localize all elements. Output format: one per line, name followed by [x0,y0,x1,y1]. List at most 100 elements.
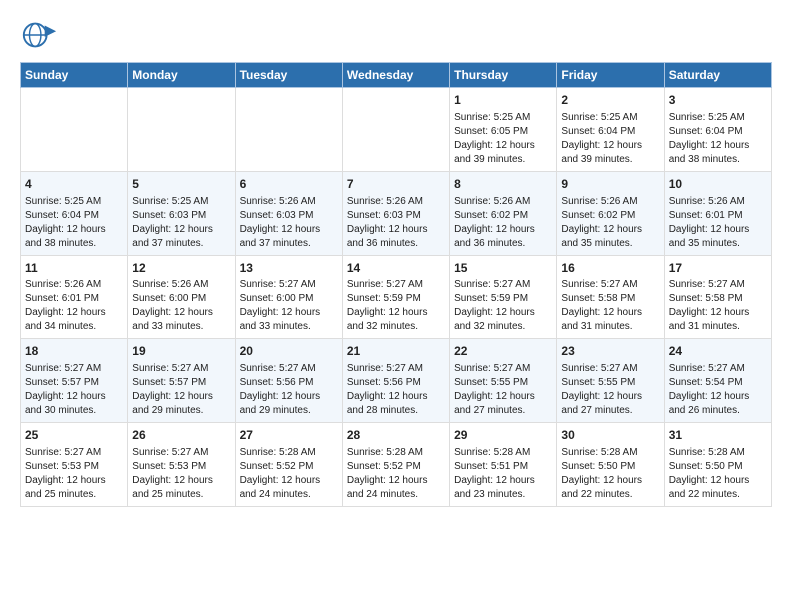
day-number: 24 [669,343,767,360]
cell-content: Sunrise: 5:27 AM Sunset: 5:56 PM Dayligh… [347,363,428,416]
week-row-1: 1 Sunrise: 5:25 AM Sunset: 6:05 PM Daylig… [21,88,772,172]
cell-content: Sunrise: 5:28 AM Sunset: 5:52 PM Dayligh… [347,447,428,500]
day-number: 26 [132,427,230,444]
day-number: 17 [669,260,767,277]
calendar-table: SundayMondayTuesdayWednesdayThursdayFrid… [20,62,772,507]
header-row: SundayMondayTuesdayWednesdayThursdayFrid… [21,63,772,88]
day-number: 7 [347,176,445,193]
day-number: 28 [347,427,445,444]
day-number: 25 [25,427,123,444]
day-number: 10 [669,176,767,193]
calendar-cell: 16 Sunrise: 5:27 AM Sunset: 5:58 PM Dayli… [557,255,664,339]
day-number: 8 [454,176,552,193]
cell-content: Sunrise: 5:26 AM Sunset: 6:03 PM Dayligh… [347,196,428,249]
day-number: 1 [454,92,552,109]
day-number: 29 [454,427,552,444]
header [20,16,772,54]
cell-content: Sunrise: 5:27 AM Sunset: 5:54 PM Dayligh… [669,363,750,416]
cell-content: Sunrise: 5:27 AM Sunset: 5:53 PM Dayligh… [25,447,106,500]
calendar-cell: 11 Sunrise: 5:26 AM Sunset: 6:01 PM Dayli… [21,255,128,339]
cell-content: Sunrise: 5:27 AM Sunset: 5:57 PM Dayligh… [132,363,213,416]
logo [20,16,62,54]
calendar-cell: 1 Sunrise: 5:25 AM Sunset: 6:05 PM Daylig… [450,88,557,172]
calendar-cell: 31Sunrise: 5:28 AM Sunset: 5:50 PM Dayli… [664,423,771,507]
calendar-cell [21,88,128,172]
cell-content: Sunrise: 5:25 AM Sunset: 6:05 PM Dayligh… [454,112,535,165]
calendar-cell: 20 Sunrise: 5:27 AM Sunset: 5:56 PM Dayli… [235,339,342,423]
day-number: 4 [25,176,123,193]
cell-content: Sunrise: 5:28 AM Sunset: 5:51 PM Dayligh… [454,447,535,500]
calendar-cell: 23 Sunrise: 5:27 AM Sunset: 5:55 PM Dayli… [557,339,664,423]
cell-content: Sunrise: 5:26 AM Sunset: 6:01 PM Dayligh… [669,196,750,249]
day-number: 23 [561,343,659,360]
cell-content: Sunrise: 5:25 AM Sunset: 6:03 PM Dayligh… [132,196,213,249]
calendar-cell [342,88,449,172]
calendar-cell: 8 Sunrise: 5:26 AM Sunset: 6:02 PM Daylig… [450,171,557,255]
cell-content: Sunrise: 5:26 AM Sunset: 6:02 PM Dayligh… [454,196,535,249]
calendar-cell: 6 Sunrise: 5:26 AM Sunset: 6:03 PM Daylig… [235,171,342,255]
calendar-cell: 29 Sunrise: 5:28 AM Sunset: 5:51 PM Dayli… [450,423,557,507]
cell-content: Sunrise: 5:27 AM Sunset: 5:55 PM Dayligh… [561,363,642,416]
day-number: 12 [132,260,230,277]
calendar-cell: 19 Sunrise: 5:27 AM Sunset: 5:57 PM Dayli… [128,339,235,423]
cell-content: Sunrise: 5:27 AM Sunset: 5:56 PM Dayligh… [240,363,321,416]
cell-content: Sunrise: 5:28 AM Sunset: 5:50 PM Dayligh… [561,447,642,500]
cell-content: Sunrise: 5:27 AM Sunset: 5:55 PM Dayligh… [454,363,535,416]
cell-content: Sunrise: 5:28 AM Sunset: 5:50 PM Dayligh… [669,447,750,500]
day-number: 27 [240,427,338,444]
day-number: 3 [669,92,767,109]
day-number: 15 [454,260,552,277]
calendar-cell: 26Sunrise: 5:27 AM Sunset: 5:53 PM Dayli… [128,423,235,507]
cell-content: Sunrise: 5:27 AM Sunset: 5:57 PM Dayligh… [25,363,106,416]
header-cell-monday: Monday [128,63,235,88]
week-row-4: 18Sunrise: 5:27 AM Sunset: 5:57 PM Dayli… [21,339,772,423]
logo-icon [20,16,58,54]
day-number: 6 [240,176,338,193]
cell-content: Sunrise: 5:27 AM Sunset: 5:58 PM Dayligh… [561,279,642,332]
cell-content: Sunrise: 5:26 AM Sunset: 6:00 PM Dayligh… [132,279,213,332]
calendar-cell: 15 Sunrise: 5:27 AM Sunset: 5:59 PM Dayli… [450,255,557,339]
week-row-3: 11 Sunrise: 5:26 AM Sunset: 6:01 PM Dayli… [21,255,772,339]
cell-content: Sunrise: 5:27 AM Sunset: 5:59 PM Dayligh… [454,279,535,332]
calendar-cell [128,88,235,172]
calendar-cell: 5Sunrise: 5:25 AM Sunset: 6:03 PM Daylig… [128,171,235,255]
calendar-cell: 13Sunrise: 5:27 AM Sunset: 6:00 PM Dayli… [235,255,342,339]
calendar-cell: 3 Sunrise: 5:25 AM Sunset: 6:04 PM Daylig… [664,88,771,172]
cell-content: Sunrise: 5:27 AM Sunset: 5:59 PM Dayligh… [347,279,428,332]
cell-content: Sunrise: 5:26 AM Sunset: 6:03 PM Dayligh… [240,196,321,249]
day-number: 19 [132,343,230,360]
day-number: 2 [561,92,659,109]
day-number: 13 [240,260,338,277]
day-number: 16 [561,260,659,277]
day-number: 11 [25,260,123,277]
calendar-cell: 17 Sunrise: 5:27 AM Sunset: 5:58 PM Dayli… [664,255,771,339]
calendar-header: SundayMondayTuesdayWednesdayThursdayFrid… [21,63,772,88]
page: SundayMondayTuesdayWednesdayThursdayFrid… [0,0,792,612]
day-number: 21 [347,343,445,360]
week-row-5: 25 Sunrise: 5:27 AM Sunset: 5:53 PM Dayli… [21,423,772,507]
calendar-body: 1 Sunrise: 5:25 AM Sunset: 6:05 PM Daylig… [21,88,772,507]
calendar-cell: 4 Sunrise: 5:25 AM Sunset: 6:04 PM Daylig… [21,171,128,255]
calendar-cell: 25 Sunrise: 5:27 AM Sunset: 5:53 PM Dayli… [21,423,128,507]
header-cell-wednesday: Wednesday [342,63,449,88]
calendar-cell: 10 Sunrise: 5:26 AM Sunset: 6:01 PM Dayli… [664,171,771,255]
day-number: 20 [240,343,338,360]
calendar-cell [235,88,342,172]
calendar-cell: 14 Sunrise: 5:27 AM Sunset: 5:59 PM Dayli… [342,255,449,339]
cell-content: Sunrise: 5:28 AM Sunset: 5:52 PM Dayligh… [240,447,321,500]
calendar-cell: 24 Sunrise: 5:27 AM Sunset: 5:54 PM Dayli… [664,339,771,423]
calendar-cell: 28 Sunrise: 5:28 AM Sunset: 5:52 PM Dayli… [342,423,449,507]
calendar-cell: 21 Sunrise: 5:27 AM Sunset: 5:56 PM Dayli… [342,339,449,423]
calendar-cell: 12 Sunrise: 5:26 AM Sunset: 6:00 PM Dayli… [128,255,235,339]
day-number: 22 [454,343,552,360]
day-number: 9 [561,176,659,193]
cell-content: Sunrise: 5:25 AM Sunset: 6:04 PM Dayligh… [25,196,106,249]
cell-content: Sunrise: 5:25 AM Sunset: 6:04 PM Dayligh… [669,112,750,165]
calendar-cell: 18Sunrise: 5:27 AM Sunset: 5:57 PM Dayli… [21,339,128,423]
day-number: 14 [347,260,445,277]
calendar-cell: 2Sunrise: 5:25 AM Sunset: 6:04 PM Daylig… [557,88,664,172]
cell-content: Sunrise: 5:26 AM Sunset: 6:01 PM Dayligh… [25,279,106,332]
header-cell-friday: Friday [557,63,664,88]
cell-content: Sunrise: 5:27 AM Sunset: 5:58 PM Dayligh… [669,279,750,332]
calendar-cell: 7 Sunrise: 5:26 AM Sunset: 6:03 PM Daylig… [342,171,449,255]
